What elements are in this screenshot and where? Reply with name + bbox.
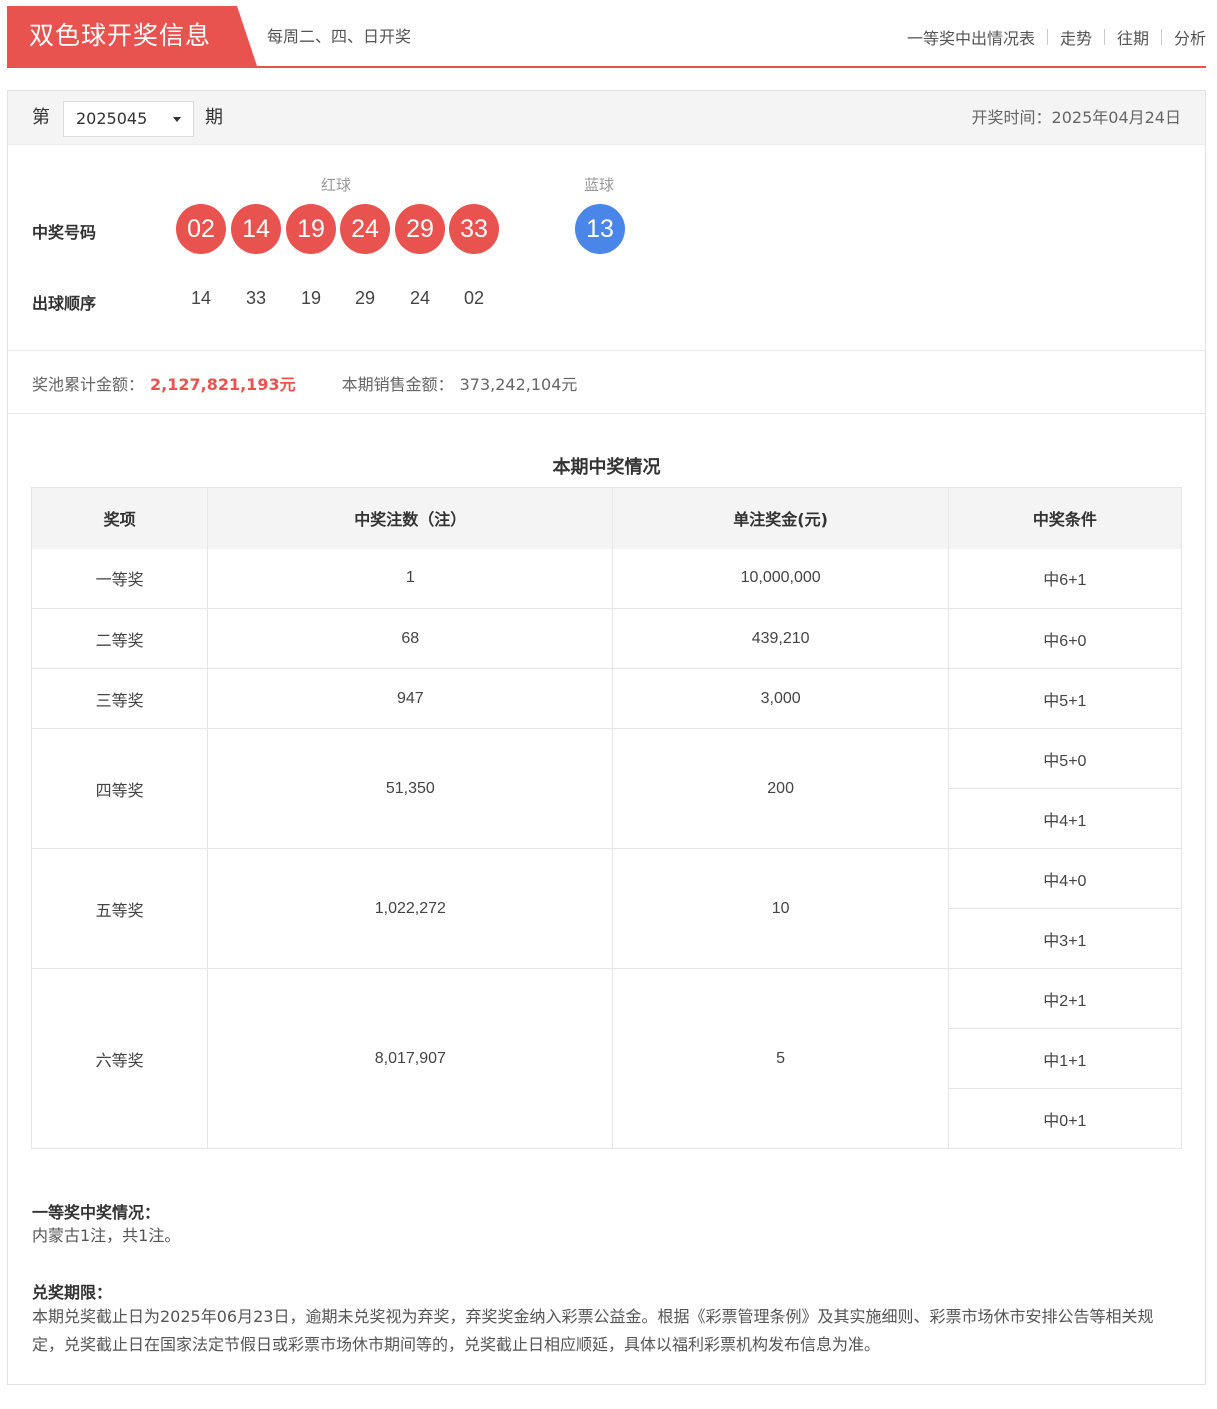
prize-level: 五等奖 [31, 848, 209, 969]
red-ball: 02 [176, 204, 226, 254]
prize-amount: 200 [612, 728, 949, 849]
divider [8, 350, 1205, 351]
table-row: 二等奖 68 439,210 中6+0 [31, 608, 1183, 669]
prize-condition: 中2+1 [948, 968, 1183, 1029]
sales-value: 373,242,104元 [459, 375, 578, 394]
draw-order-number: 19 [300, 288, 322, 308]
draw-schedule: 每周二、四、日开奖 [267, 27, 412, 46]
prize-condition: 中6+1 [948, 548, 1183, 609]
col-header-level: 奖项 [31, 487, 209, 549]
prize-amount: 10 [612, 848, 949, 969]
prize-amount: 3,000 [612, 668, 949, 729]
prize-amount: 439,210 [612, 608, 949, 669]
prize-amount: 5 [612, 968, 949, 1149]
prize-table: 奖项 中奖注数（注） 单注奖金(元) 中奖条件 一等奖 1 10,000,000… [31, 487, 1183, 1149]
prize-count: 68 [207, 608, 614, 669]
prize-condition: 中4+0 [948, 848, 1183, 909]
issue-suffix: 期 [205, 107, 223, 128]
first-prize-note-text: 内蒙古1注，共1注。 [32, 1226, 181, 1245]
red-ball: 29 [395, 204, 445, 254]
caret-down-icon [173, 117, 181, 122]
issue-select[interactable]: 2025045 [63, 101, 194, 137]
nav-first-prize-table[interactable]: 一等奖中出情况表 [895, 25, 1047, 49]
prize-condition: 中5+0 [948, 728, 1183, 789]
red-ball: 33 [449, 204, 499, 254]
draw-date-value: 2025年04月24日 [1051, 108, 1181, 127]
prize-condition: 中6+0 [948, 608, 1183, 669]
nav-history[interactable]: 往期 [1105, 25, 1161, 49]
prize-level: 三等奖 [31, 668, 209, 729]
draw-order-number: 02 [463, 288, 485, 308]
prize-condition: 中4+1 [948, 788, 1183, 849]
table-row: 三等奖 947 3,000 中5+1 [31, 668, 1183, 729]
prize-level: 四等奖 [31, 728, 209, 849]
prize-level: 六等奖 [31, 968, 209, 1149]
table-row: 五等奖 1,022,272 10 中4+0 [31, 848, 1183, 969]
red-ball: 24 [340, 204, 390, 254]
blue-ball-label: 蓝球 [584, 176, 615, 194]
deadline-note-text: 本期兑奖截止日为2025年06月23日，逾期未兑奖视为弃奖，弃奖奖金纳入彩票公益… [32, 1307, 1154, 1354]
winning-numbers-label: 中奖号码 [32, 223, 97, 242]
pool-sales-line: 奖池累计金额： 2,127,821,193元 本期销售金额： 373,242,104元 [32, 371, 577, 395]
prize-count: 1,022,272 [207, 848, 614, 969]
prize-count: 947 [207, 668, 614, 729]
draw-date-label: 开奖时间： [971, 108, 1052, 127]
table-row: 四等奖 51,350 200 中5+0 [31, 728, 1183, 849]
draw-order-number: 24 [409, 288, 431, 308]
draw-order-number: 14 [190, 288, 212, 308]
red-ball-label: 红球 [321, 176, 352, 194]
blue-ball: 13 [575, 204, 625, 254]
top-nav: 一等奖中出情况表 走势 往期 分析 [895, 6, 1206, 68]
prize-amount: 10,000,000 [612, 548, 949, 609]
prize-level: 二等奖 [31, 608, 209, 669]
red-ball: 14 [231, 204, 281, 254]
prize-condition: 中1+1 [948, 1028, 1183, 1089]
col-header-count: 中奖注数（注） [207, 487, 614, 549]
prize-condition: 中5+1 [948, 668, 1183, 729]
issue-select-value: 2025045 [76, 109, 148, 128]
draw-order-number: 29 [354, 288, 376, 308]
table-row: 一等奖 1 10,000,000 中6+1 [31, 548, 1183, 609]
divider [8, 413, 1205, 414]
first-prize-note-title: 一等奖中奖情况： [32, 1203, 161, 1222]
col-header-condition: 中奖条件 [948, 487, 1183, 549]
page-header: 双色球开奖信息 每周二、四、日开奖 一等奖中出情况表 走势 往期 分析 [7, 6, 1206, 68]
nav-trend[interactable]: 走势 [1048, 25, 1104, 49]
pool-value: 2,127,821,193元 [150, 375, 296, 394]
pool-label: 奖池累计金额： [32, 375, 145, 394]
draw-result-card: 第 2025045 期 开奖时间：2025年04月24日 红球 蓝球 中奖号码 … [7, 90, 1206, 1385]
prize-table-title: 本期中奖情况 [552, 457, 661, 478]
prize-count: 8,017,907 [207, 968, 614, 1149]
prize-count: 51,350 [207, 728, 614, 849]
table-header-row: 奖项 中奖注数（注） 单注奖金(元) 中奖条件 [31, 487, 1183, 549]
draw-order-label: 出球顺序 [32, 294, 97, 313]
deadline-note-title: 兑奖期限： [32, 1283, 113, 1302]
sales-label: 本期销售金额： [341, 375, 454, 394]
red-ball: 19 [286, 204, 336, 254]
draw-date: 开奖时间：2025年04月24日 [972, 91, 1181, 145]
table-row: 六等奖 8,017,907 5 中2+1 [31, 968, 1183, 1149]
col-header-amount: 单注奖金(元) [612, 487, 949, 549]
issue-prefix: 第 [32, 107, 50, 128]
prize-condition: 中0+1 [948, 1088, 1183, 1149]
prize-condition: 中3+1 [948, 908, 1183, 969]
issue-bar: 第 2025045 期 开奖时间：2025年04月24日 [8, 91, 1205, 145]
nav-analysis[interactable]: 分析 [1162, 25, 1206, 49]
prize-count: 1 [207, 548, 614, 609]
page-title: 双色球开奖信息 [7, 6, 257, 66]
prize-level: 一等奖 [31, 548, 209, 609]
draw-order-number: 33 [245, 288, 267, 308]
